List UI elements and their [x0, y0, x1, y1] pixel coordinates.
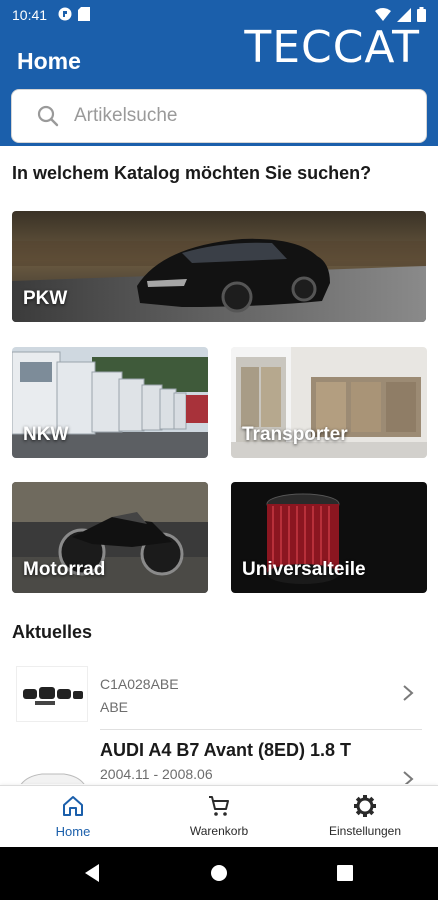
- catalog-tile-nkw[interactable]: NKW: [12, 347, 208, 458]
- sd-card-icon: [78, 7, 90, 21]
- app-notification-icon: [58, 7, 72, 21]
- catalog-label: Universalteile: [242, 559, 366, 580]
- home-circle-icon[interactable]: [210, 864, 228, 882]
- catalog-label: Transporter: [242, 424, 348, 445]
- catalog-tile-motorrad[interactable]: Motorrad: [12, 482, 208, 593]
- nav-cart[interactable]: Warenkorb: [146, 786, 292, 848]
- gear-icon: [354, 795, 376, 817]
- nav-home[interactable]: Home: [0, 786, 146, 848]
- catalog-question: In welchem Katalog möchten Sie suchen?: [12, 163, 372, 183]
- car-photo: [12, 211, 426, 322]
- news-item[interactable]: AUDI A4 B7 Avant (8ED) 1.8 T 2004.11 - 2…: [16, 738, 422, 784]
- home-icon: [63, 796, 83, 816]
- news-thumbnail: [16, 666, 88, 722]
- news-title: AUDI A4 B7 Avant (8ED) 1.8 T: [100, 740, 352, 760]
- status-system-icons: [375, 7, 426, 22]
- brand-logo: TECCAT: [244, 22, 420, 73]
- cart-icon: [209, 796, 229, 816]
- catalog-tile-pkw[interactable]: PKW: [12, 211, 426, 322]
- catalog-label: NKW: [23, 424, 69, 445]
- news-section-title: Aktuelles: [12, 622, 93, 642]
- search-bar[interactable]: [11, 89, 427, 143]
- search-icon: [37, 105, 59, 127]
- wifi-icon: [375, 8, 391, 21]
- signal-icon: [397, 7, 411, 22]
- news-code: C1A028ABE: [100, 676, 179, 692]
- catalog-label: Motorrad: [23, 559, 106, 580]
- news-thumbnail: [16, 748, 88, 784]
- catalog-tile-transporter[interactable]: Transporter: [231, 347, 427, 458]
- status-notification-icons: [58, 7, 90, 21]
- system-navigation-bar: [0, 847, 438, 900]
- nav-label: Warenkorb: [189, 824, 249, 838]
- news-item[interactable]: C1A028ABE ABE: [16, 666, 422, 722]
- catalog-tile-universalteile[interactable]: Universalteile: [231, 482, 427, 593]
- status-time: 10:41: [12, 7, 48, 23]
- car-image: [20, 773, 85, 784]
- app-header: 10:41 TECCAT Home: [0, 0, 438, 146]
- battery-icon: [417, 7, 426, 22]
- page-title: Home: [17, 48, 81, 74]
- chevron-right-icon: [403, 685, 414, 701]
- divider: [100, 729, 422, 730]
- recents-icon[interactable]: [337, 865, 353, 881]
- news-date-range: 2004.11 - 2008.06: [100, 766, 213, 782]
- nav-label: Home: [55, 824, 91, 839]
- product-image: [23, 687, 83, 705]
- nav-label: Einstellungen: [328, 824, 402, 838]
- bottom-navigation: Home Warenkorb Einstellungen: [0, 785, 438, 847]
- nav-settings[interactable]: Einstellungen: [292, 786, 438, 848]
- chevron-right-icon: [403, 771, 414, 784]
- search-input[interactable]: [74, 100, 404, 132]
- back-icon[interactable]: [83, 863, 101, 883]
- news-subtitle: ABE: [100, 699, 129, 715]
- catalog-label: PKW: [23, 288, 68, 309]
